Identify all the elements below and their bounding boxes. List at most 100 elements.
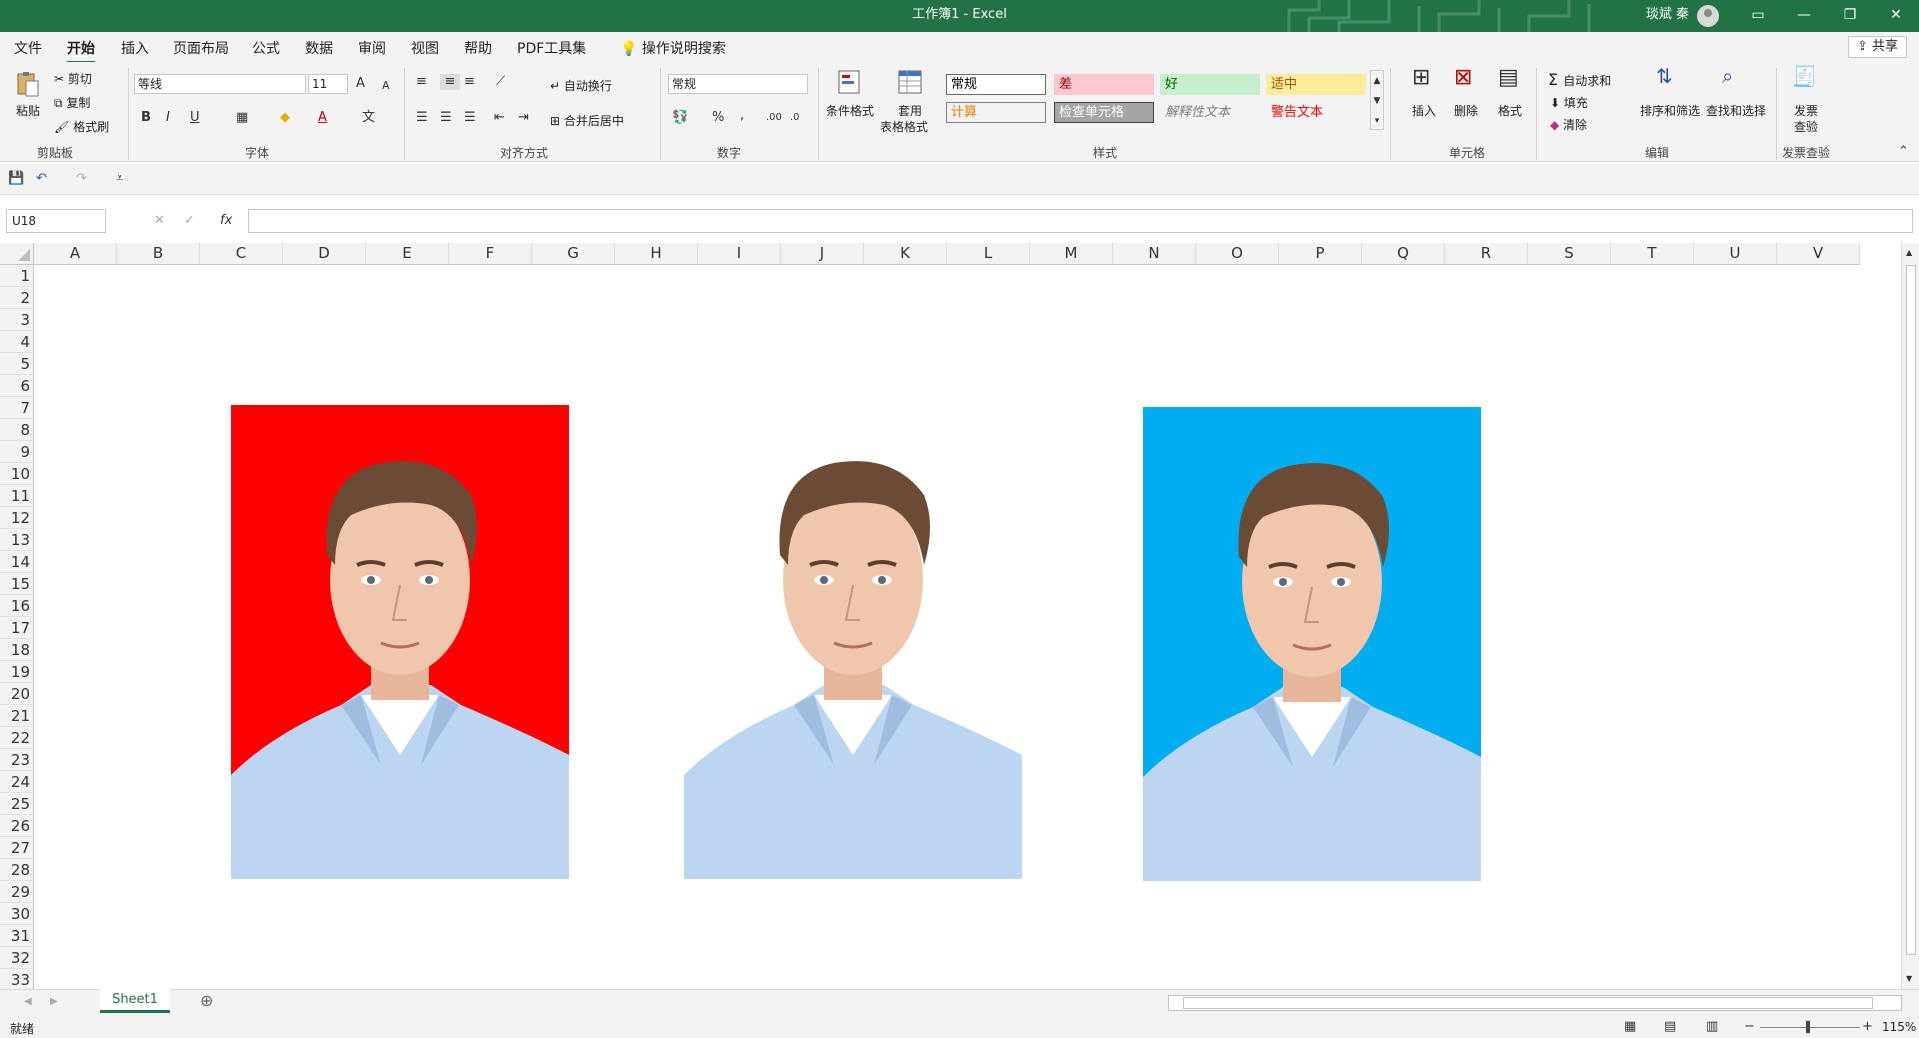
column-header[interactable]: J [781,243,864,265]
scroll-up-icon[interactable]: ▲ [1906,245,1912,261]
shrink-font-button[interactable]: A [382,78,390,94]
column-header[interactable]: D [283,243,366,265]
select-all-corner[interactable] [0,243,34,265]
column-header[interactable]: M [1030,243,1113,265]
column-header[interactable]: O [1196,243,1279,265]
tab-home[interactable]: 开始 [67,38,95,64]
row-header[interactable]: 26 [0,815,34,837]
row-header[interactable]: 14 [0,551,34,573]
tab-file[interactable]: 文件 [14,38,42,58]
row-header[interactable]: 33 [0,969,34,991]
row-header[interactable]: 12 [0,507,34,529]
next-sheet-icon[interactable]: ▶ [50,994,58,1010]
column-header[interactable]: A [34,243,117,265]
row-header[interactable]: 9 [0,441,34,463]
decrease-decimal-icon[interactable]: .0 [790,110,800,126]
underline-button[interactable]: U [190,110,200,126]
column-header[interactable]: P [1279,243,1362,265]
minimize-button[interactable]: — [1781,0,1827,30]
save-icon[interactable]: 💾 [8,171,24,187]
zoom-slider[interactable] [1760,1027,1860,1028]
column-header[interactable]: F [449,243,532,265]
sort-filter-button[interactable]: 排序和筛选 [1640,102,1700,119]
row-header[interactable]: 30 [0,903,34,925]
user-name[interactable]: 琰斌 秦 [1646,0,1689,30]
format-as-table-line2[interactable]: 表格格式 [880,118,928,135]
align-bottom-icon[interactable]: ≡ [464,74,475,90]
tab-review[interactable]: 审阅 [358,38,386,58]
row-header[interactable]: 31 [0,925,34,947]
name-box[interactable]: U18 [6,209,106,233]
wrap-text-button[interactable]: ↵ 自动换行 [550,77,612,94]
italic-button[interactable]: I [166,110,170,126]
row-header[interactable]: 4 [0,331,34,353]
column-header[interactable]: T [1611,243,1694,265]
clear-button[interactable]: ◆ 清除 [1550,116,1587,133]
format-painter-button[interactable]: 🖌 格式刷 [54,118,109,135]
zoom-slider-thumb[interactable] [1806,1021,1810,1033]
cell-style-option[interactable]: 检查单元格 [1054,102,1154,123]
align-top-icon[interactable]: ≡ [416,74,427,90]
cell-style-option[interactable]: 差 [1054,74,1154,95]
avatar[interactable] [1697,5,1719,27]
cell-style-option[interactable]: 常规 [946,74,1046,95]
gallery-scroll[interactable]: ▲ ▼ ▾ [1370,70,1384,130]
tab-help[interactable]: 帮助 [464,38,492,58]
align-center-icon[interactable]: ☰ [440,110,452,126]
row-header[interactable]: 25 [0,793,34,815]
invoice-check-line1[interactable]: 发票 [1794,102,1818,119]
share-button[interactable]: ⇪ 共享 [1847,36,1907,58]
column-header[interactable]: B [117,243,200,265]
cell-style-option[interactable]: 适中 [1266,74,1366,95]
format-as-table-line1[interactable]: 套用 [898,102,922,119]
format-cells-button[interactable]: 格式 [1498,102,1522,119]
paste-button[interactable]: 粘贴 [16,102,40,119]
row-header[interactable]: 8 [0,419,34,441]
align-right-icon[interactable]: ☰ [464,110,476,126]
collapse-ribbon-icon[interactable]: ⌃ [1898,144,1909,160]
row-header[interactable]: 10 [0,463,34,485]
column-header[interactable]: I [698,243,781,265]
row-header[interactable]: 27 [0,837,34,859]
ribbon-display-button[interactable]: ▭ [1735,0,1781,30]
enter-icon[interactable]: ✓ [184,213,195,229]
row-header[interactable]: 15 [0,573,34,595]
row-header[interactable]: 5 [0,353,34,375]
prev-sheet-icon[interactable]: ◀ [24,994,32,1010]
row-header[interactable]: 7 [0,397,34,419]
horizontal-scroll-thumb[interactable] [1183,997,1873,1009]
tab-pdf-tools[interactable]: PDF工具集 [517,38,586,58]
column-header[interactable]: H [615,243,698,265]
grow-font-button[interactable]: A [356,76,365,92]
zoom-in-icon[interactable]: + [1862,1019,1873,1035]
redo-icon[interactable]: ↷ [76,171,87,187]
comma-button[interactable]: , [740,108,744,124]
cell-style-option[interactable]: 解释性文本 [1160,102,1260,123]
column-header[interactable]: E [366,243,449,265]
row-header[interactable]: 1 [0,265,34,287]
align-left-icon[interactable]: ☰ [416,110,428,126]
phonetic-icon[interactable]: 文 [362,110,375,126]
column-header[interactable]: S [1528,243,1611,265]
insert-cells-button[interactable]: 插入 [1412,102,1436,119]
vertical-scrollbar[interactable]: ▲ ▼ [1901,243,1919,989]
fx-icon[interactable]: fx [220,213,232,229]
row-header[interactable]: 21 [0,705,34,727]
row-header[interactable]: 24 [0,771,34,793]
row-header[interactable]: 3 [0,309,34,331]
font-name-select[interactable]: 等线 [134,74,306,94]
portrait-photo[interactable] [684,405,1022,879]
page-break-view-icon[interactable]: ▥ [1706,1019,1718,1035]
fill-color-icon[interactable]: ◆ [280,110,290,126]
row-header[interactable]: 18 [0,639,34,661]
bold-button[interactable]: B [141,110,151,126]
column-header[interactable]: L [947,243,1030,265]
column-header[interactable]: Q [1362,243,1445,265]
row-header[interactable]: 28 [0,859,34,881]
close-button[interactable]: ✕ [1873,0,1919,30]
accounting-format-icon[interactable]: 💱 [672,110,688,126]
zoom-out-icon[interactable]: − [1744,1019,1755,1035]
copy-button[interactable]: ⧉ 复制 [54,94,90,111]
cell-style-option[interactable]: 好 [1160,74,1260,95]
number-format-select[interactable]: 常规 [668,74,808,94]
